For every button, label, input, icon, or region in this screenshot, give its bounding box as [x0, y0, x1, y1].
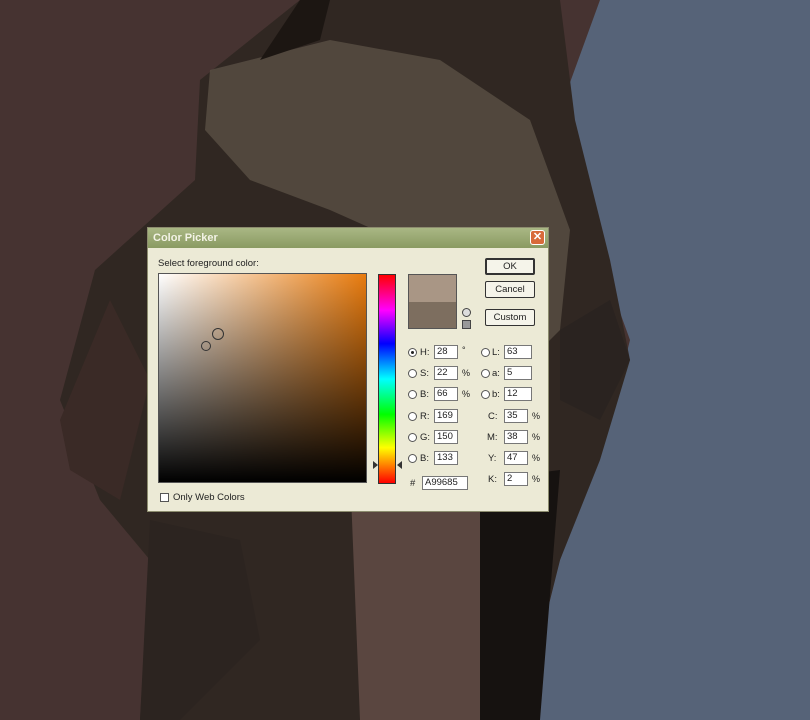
magenta-field[interactable]: 38	[504, 430, 528, 444]
radio-saturation[interactable]	[408, 369, 417, 378]
hue-label: H:	[420, 347, 430, 358]
blue-field[interactable]: 133	[434, 451, 458, 465]
black-unit: %	[532, 474, 541, 484]
saturation-unit: %	[462, 368, 471, 378]
radio-b-channel[interactable]	[481, 390, 490, 399]
radio-a-channel[interactable]	[481, 369, 490, 378]
new-color-swatch	[408, 274, 457, 302]
yellow-unit: %	[532, 453, 541, 463]
radio-hue[interactable]	[408, 348, 417, 357]
dialog-titlebar[interactable]: Color Picker ✕	[148, 228, 548, 248]
color-marker-secondary-icon	[201, 341, 211, 351]
black-label: K:	[488, 474, 497, 485]
only-web-colors-checkbox[interactable]	[160, 493, 169, 502]
web-safe-icon[interactable]	[462, 320, 471, 329]
black-field[interactable]: 2	[504, 472, 528, 486]
magenta-label: M:	[487, 432, 498, 443]
yellow-label: Y:	[488, 453, 497, 464]
radio-brightness[interactable]	[408, 390, 417, 399]
custom-button[interactable]: Custom	[485, 309, 535, 326]
brightness-field[interactable]: 66	[434, 387, 458, 401]
yellow-field[interactable]: 47	[504, 451, 528, 465]
hex-field[interactable]: A99685	[422, 476, 468, 490]
color-marker-icon[interactable]	[212, 328, 224, 340]
brightness-label: B:	[420, 389, 429, 400]
slider-arrow-right-icon[interactable]	[397, 461, 402, 469]
gamut-warning-icon[interactable]	[462, 308, 471, 317]
radio-green[interactable]	[408, 433, 417, 442]
hue-unit: °	[462, 345, 466, 355]
ok-button[interactable]: OK	[485, 258, 535, 275]
cancel-button[interactable]: Cancel	[485, 281, 535, 298]
b-channel-field[interactable]: 12	[504, 387, 532, 401]
slider-arrow-left-icon[interactable]	[373, 461, 378, 469]
saturation-brightness-field[interactable]	[158, 273, 367, 483]
green-label: G:	[420, 432, 431, 443]
saturation-label: S:	[420, 368, 429, 379]
dialog-title: Color Picker	[153, 232, 218, 244]
only-web-colors-label: Only Web Colors	[173, 492, 245, 503]
lightness-label: L:	[492, 347, 500, 358]
cyan-field[interactable]: 35	[504, 409, 528, 423]
hex-label: #	[410, 478, 416, 489]
magenta-unit: %	[532, 432, 541, 442]
cyan-label: C:	[488, 411, 498, 422]
red-field[interactable]: 169	[434, 409, 458, 423]
a-channel-field[interactable]: 5	[504, 366, 532, 380]
lightness-field[interactable]: 63	[504, 345, 532, 359]
select-foreground-label: Select foreground color:	[158, 258, 259, 269]
red-label: R:	[420, 411, 430, 422]
a-channel-label: a:	[492, 368, 500, 379]
current-color-swatch[interactable]	[408, 302, 457, 329]
saturation-field[interactable]: 22	[434, 366, 458, 380]
radio-red[interactable]	[408, 412, 417, 421]
green-field[interactable]: 150	[434, 430, 458, 444]
blue-label: B:	[420, 453, 429, 464]
close-button[interactable]: ✕	[530, 230, 545, 245]
close-icon: ✕	[532, 231, 543, 243]
radio-blue[interactable]	[408, 454, 417, 463]
b-channel-label: b:	[492, 389, 500, 400]
brightness-unit: %	[462, 389, 471, 399]
color-picker-dialog: Color Picker ✕ Select foreground color: …	[147, 227, 549, 512]
hue-slider[interactable]	[378, 274, 396, 484]
radio-lightness[interactable]	[481, 348, 490, 357]
cyan-unit: %	[532, 411, 541, 421]
hue-field[interactable]: 28	[434, 345, 458, 359]
